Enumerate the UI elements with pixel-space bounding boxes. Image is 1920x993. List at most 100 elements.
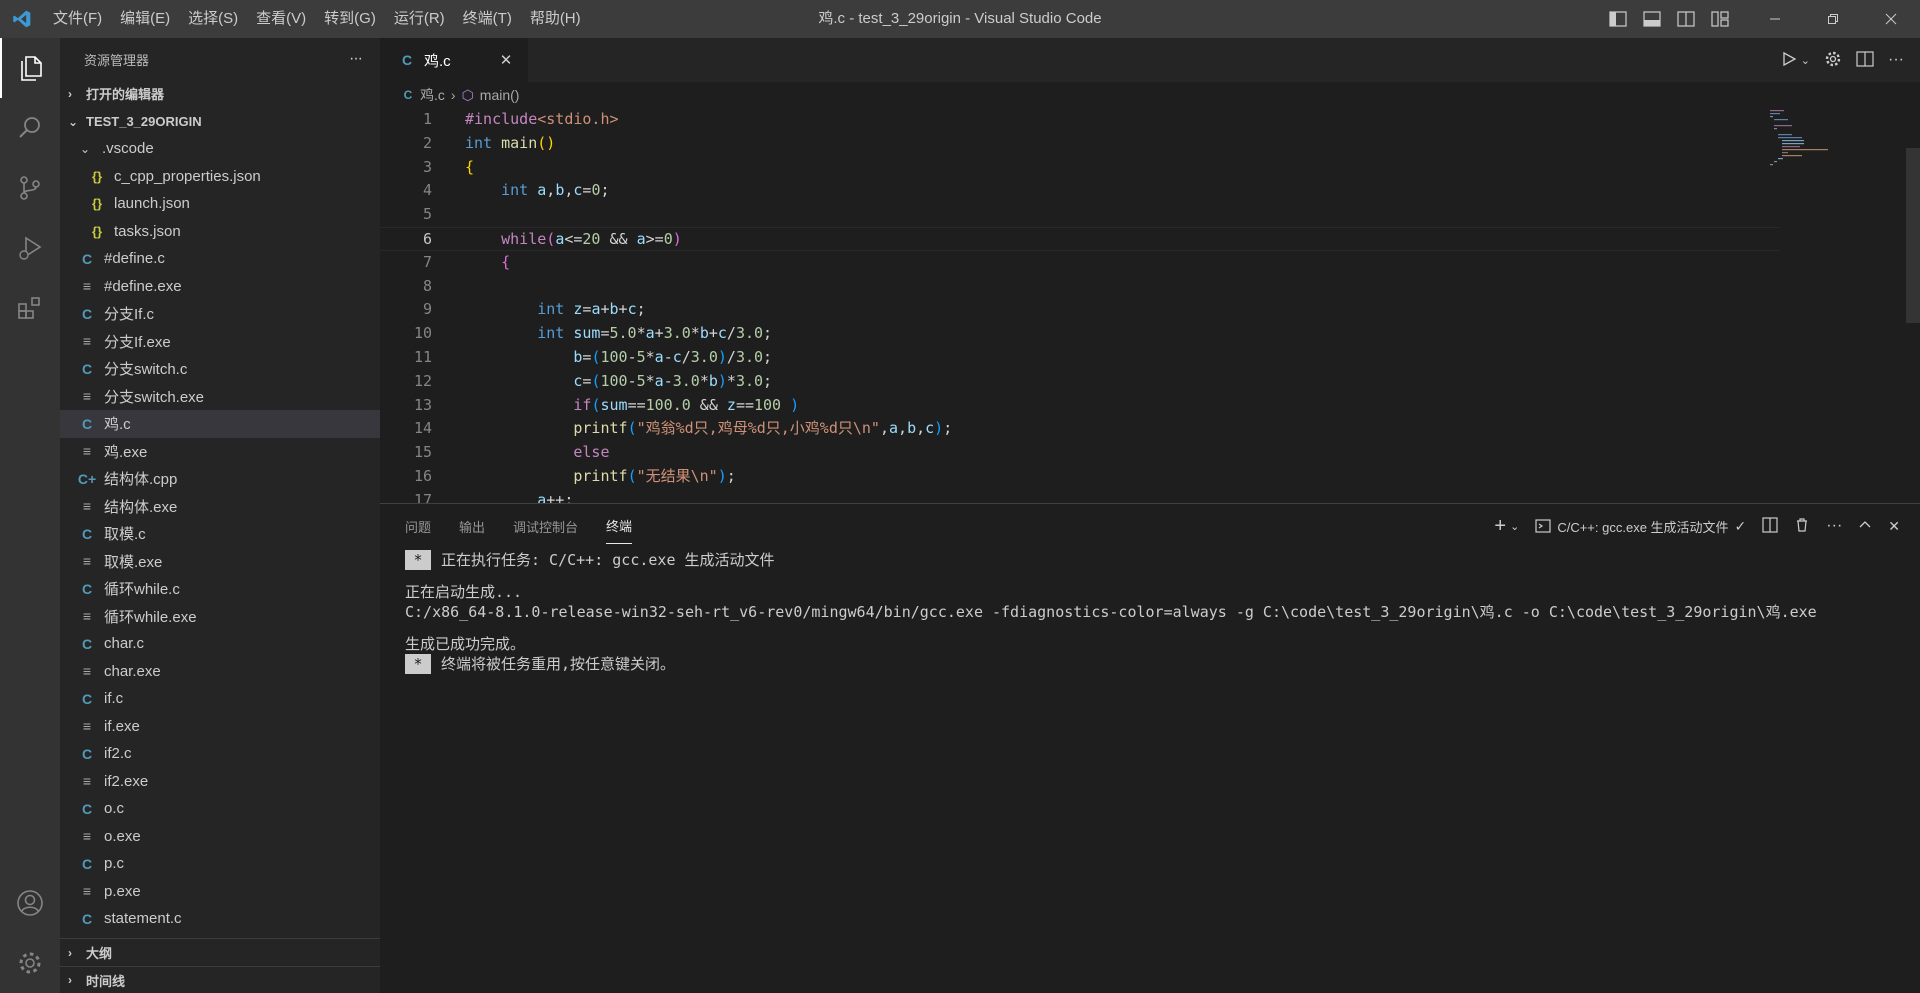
tree-file-row[interactable]: {} tasks.json (60, 218, 380, 246)
c-file-icon: C (401, 52, 413, 68)
split-terminal-icon[interactable] (1762, 516, 1778, 536)
window-controls (1746, 0, 1920, 38)
terminal-output[interactable]: * 正在执行任务: C/C++: gcc.exe 生成活动文件 正在启动生成... C… (405, 548, 1817, 674)
tree-file-row[interactable]: ≡ 循环while.exe (60, 603, 380, 631)
tree-file-row[interactable]: ≡ p.exe (60, 878, 380, 906)
panel-tab[interactable]: 输出 (459, 509, 485, 544)
outline-section[interactable]: › 大纲 (60, 939, 380, 966)
tree-file-row[interactable]: Cp.c (60, 850, 380, 878)
breadcrumb-symbol[interactable]: main() (480, 87, 520, 103)
menu-item[interactable]: 运行(R) (385, 0, 454, 38)
tree-file-row[interactable]: C 取模.c (60, 520, 380, 548)
open-editors-section[interactable]: › 打开的编辑器 (60, 80, 380, 107)
toggle-secondary-sidebar-icon[interactable] (1676, 9, 1696, 29)
c-file-icon: C (81, 250, 93, 267)
menu-item[interactable]: 编辑(E) (111, 0, 179, 38)
tree-file-row[interactable]: ≡ o.exe (60, 823, 380, 851)
code-token: b (555, 181, 565, 200)
panel-tab[interactable]: 调试控制台 (513, 509, 578, 544)
maximize-panel-chevron-up-icon[interactable] (1858, 518, 1872, 535)
minimap[interactable] (1770, 108, 1860, 188)
code-token: a (654, 371, 664, 390)
exe-file-icon: ≡ (82, 608, 92, 625)
tree-file-row[interactable]: Cchar.c (60, 630, 380, 658)
terminal-selector[interactable]: C/C++: gcc.exe 生成活动文件 ✓ (1535, 517, 1746, 536)
panel-tab[interactable]: 终端 (606, 508, 633, 544)
more-actions-icon[interactable]: ··· (1888, 51, 1904, 69)
more-actions-icon[interactable]: ··· (349, 50, 363, 68)
tab-close-icon[interactable]: ✕ (496, 51, 516, 69)
customize-layout-icon[interactable] (1710, 9, 1730, 29)
editor-scrollbar-thumb[interactable] (1906, 148, 1920, 323)
new-terminal-plus-icon[interactable]: + (1494, 515, 1506, 538)
source-control-icon[interactable] (0, 158, 60, 218)
run-dropdown-chevron-icon[interactable]: ⌄ (1801, 54, 1810, 67)
tree-file-row[interactable]: Cif2.c (60, 740, 380, 768)
tree-file-row[interactable]: C+ 结构体.cpp (60, 465, 380, 493)
code-token: 3.0 (663, 324, 691, 343)
tree-file-row[interactable]: ≡ char.exe (60, 658, 380, 686)
menu-item[interactable]: 终端(T) (454, 0, 521, 38)
tree-file-row[interactable]: C #define.c (60, 245, 380, 273)
breadcrumb-file[interactable]: 鸡.c (420, 85, 445, 105)
tree-file-row[interactable]: ≡ 鸡.exe (60, 438, 380, 466)
more-actions-icon[interactable]: ··· (1826, 517, 1842, 535)
tree-file-row[interactable]: {} launch.json (60, 190, 380, 218)
exe-file-icon: ≡ (82, 828, 92, 845)
tree-file-row[interactable]: ≡ 分支If.exe (60, 328, 380, 356)
tree-folder-vscode[interactable]: ⌄ .vscode (60, 135, 380, 163)
terminal-dropdown-chevron-icon[interactable]: ⌄ (1510, 520, 1519, 533)
restore-icon[interactable] (1804, 0, 1862, 38)
tree-file-row[interactable]: C 分支switch.c (60, 355, 380, 383)
code-editor[interactable]: 1 #include<stdio.h> 2 int main() 3{4 int a,b… (380, 108, 1780, 503)
close-panel-icon[interactable]: ✕ (1888, 518, 1900, 535)
c-file-icon: C (81, 305, 93, 322)
tree-file-row[interactable]: ≡ 分支switch.exe (60, 383, 380, 411)
tree-file-row[interactable]: ≡ if2.exe (60, 768, 380, 796)
run-file-icon[interactable] (1781, 51, 1797, 70)
tree-file-row[interactable]: Co.c (60, 795, 380, 823)
line-number: 6 (422, 229, 432, 248)
accounts-icon[interactable] (0, 873, 60, 933)
split-editor-icon[interactable] (1856, 50, 1874, 70)
tree-file-row[interactable]: C 分支If.c (60, 300, 380, 328)
code-token: sum (573, 324, 601, 343)
menu-item[interactable]: 帮助(H) (521, 0, 590, 38)
settings-gear-icon[interactable] (1824, 50, 1842, 71)
minimize-icon[interactable] (1746, 0, 1804, 38)
code-token: a (537, 490, 547, 503)
menu-item[interactable]: 文件(F) (44, 0, 111, 38)
tree-file-row[interactable]: ≡ 结构体.exe (60, 493, 380, 521)
sidebar-header: 资源管理器 ··· (60, 38, 380, 80)
explorer-icon[interactable] (0, 38, 60, 98)
close-window-icon[interactable] (1862, 0, 1920, 38)
tree-file-row[interactable]: Cstatement.c (60, 905, 380, 933)
menu-item[interactable]: 查看(V) (247, 0, 315, 38)
code-token: ; (763, 347, 773, 366)
tree-file-row[interactable]: {} c_cpp_properties.json (60, 163, 380, 191)
menu-item[interactable]: 选择(S) (179, 0, 247, 38)
kill-terminal-trash-icon[interactable] (1794, 517, 1810, 536)
toggle-panel-icon[interactable] (1642, 9, 1662, 29)
tree-file-row[interactable]: ≡ if.exe (60, 713, 380, 741)
run-and-debug-icon[interactable] (0, 218, 60, 278)
tree-file-row[interactable]: C 鸡.c (60, 410, 380, 438)
tree-file-row[interactable]: ≡ 取模.exe (60, 548, 380, 576)
extensions-icon[interactable] (0, 278, 60, 338)
folder-section[interactable]: ⌄ TEST_3_29ORIGIN (60, 108, 380, 135)
terminal-line: * 终端将被任务重用,按任意键关闭。 (405, 654, 1817, 674)
tree-file-row[interactable]: Cif.c (60, 685, 380, 713)
panel-tab[interactable]: 问题 (405, 509, 431, 544)
code-token: b (708, 371, 718, 390)
layout-controls (1608, 0, 1730, 38)
timeline-section[interactable]: › 时间线 (60, 966, 380, 993)
search-icon[interactable] (0, 98, 60, 158)
editor-scrollbar[interactable] (1906, 108, 1920, 503)
toggle-primary-sidebar-icon[interactable] (1608, 9, 1628, 29)
menu-item[interactable]: 转到(G) (315, 0, 385, 38)
editor-tab[interactable]: C 鸡.c ✕ (380, 38, 528, 82)
tree-file-row[interactable]: C 循环while.c (60, 575, 380, 603)
tree-file-row[interactable]: ≡ #define.exe (60, 273, 380, 301)
manage-gear-icon[interactable] (0, 933, 60, 993)
